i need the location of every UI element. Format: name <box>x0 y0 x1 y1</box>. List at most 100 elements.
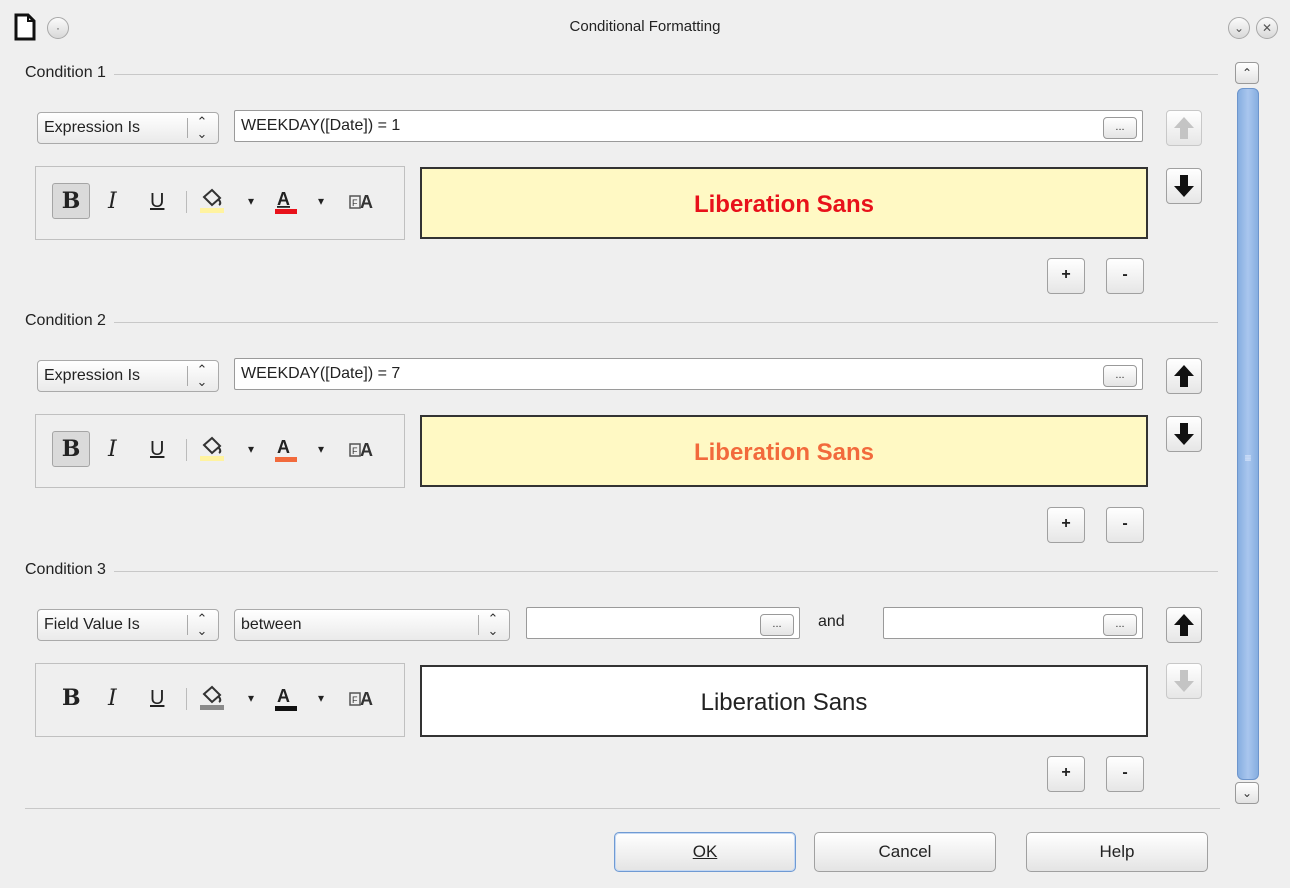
condition-1-preview-text: Liberation Sans <box>691 191 877 218</box>
svg-text:A: A <box>360 192 373 212</box>
background-color-button[interactable] <box>198 183 228 219</box>
condition-2-move-down-button[interactable] <box>1166 416 1202 452</box>
spin-icon: ⌃ ⌄ <box>487 611 499 638</box>
scroll-down-icon[interactable]: ⌄ <box>1235 782 1259 804</box>
condition-3-format-toolbar: B I U ▾ A ▾ FA <box>35 663 405 737</box>
underline-button[interactable]: U <box>150 680 164 716</box>
underline-button[interactable]: U <box>150 431 164 467</box>
condition-1-move-down-button[interactable] <box>1166 168 1202 204</box>
condition-3-operator-value: between <box>241 616 302 633</box>
cancel-button-label: Cancel <box>878 842 932 861</box>
condition-2-expression-value: WEEKDAY([Date]) = 7 <box>241 365 401 382</box>
svg-text:A: A <box>360 689 373 709</box>
condition-3-preview-text: Liberation Sans <box>698 689 870 716</box>
arrow-up-icon <box>1174 117 1194 139</box>
condition-2-add-button[interactable]: + <box>1047 507 1085 543</box>
italic-button[interactable]: I <box>108 431 117 467</box>
bold-button[interactable]: B <box>52 431 90 467</box>
condition-2-label: Condition 2 <box>25 312 114 330</box>
condition-2-type-value: Expression Is <box>44 367 141 384</box>
font-color-button[interactable]: A <box>272 431 300 467</box>
title-bar: · Conditional Formatting ⌄ ✕ <box>0 0 1290 58</box>
condition-1-type-select[interactable]: Expression Is ⌃ ⌄ <box>37 112 219 144</box>
font-color-dropdown-icon[interactable]: ▾ <box>318 183 324 219</box>
svg-text:A: A <box>277 437 290 457</box>
cancel-button[interactable]: Cancel <box>814 832 996 872</box>
bold-button[interactable]: B <box>62 680 81 716</box>
button-area-separator <box>25 808 1220 809</box>
condition-1-expression-input[interactable]: WEEKDAY([Date]) = 1 ... <box>234 110 1143 142</box>
condition-1-format-toolbar: B I U ▾ A ▾ FA <box>35 166 405 240</box>
ok-button[interactable]: OK <box>614 832 796 872</box>
scroll-up-icon[interactable]: ⌃ <box>1235 62 1259 84</box>
condition-2-format-toolbar: B I U ▾ A ▾ FA <box>35 414 405 488</box>
condition-2-type-select[interactable]: Expression Is ⌃ ⌄ <box>37 360 219 392</box>
minimize-icon[interactable]: ⌄ <box>1228 17 1250 39</box>
condition-3-label: Condition 3 <box>25 561 114 579</box>
condition-1-function-wizard-button[interactable]: ... <box>1103 117 1137 139</box>
condition-3-remove-button[interactable]: - <box>1106 756 1144 792</box>
condition-1-expression-value: WEEKDAY([Date]) = 1 <box>241 117 401 134</box>
condition-2-move-up-button[interactable] <box>1166 358 1202 394</box>
character-dialog-button[interactable]: FA <box>348 680 376 716</box>
condition-3-add-button[interactable]: + <box>1047 756 1085 792</box>
vertical-scrollbar[interactable]: ⌃ ≡ ⌄ <box>1232 60 1262 806</box>
arrow-up-icon <box>1174 614 1194 636</box>
close-icon[interactable]: ✕ <box>1256 17 1278 39</box>
help-button[interactable]: Help <box>1026 832 1208 872</box>
font-color-icon: A <box>275 437 297 462</box>
condition-3-value2-wizard-button[interactable]: ... <box>1103 614 1137 636</box>
svg-text:F: F <box>352 695 358 705</box>
background-color-dropdown-icon[interactable]: ▾ <box>248 183 254 219</box>
condition-3-move-up-button[interactable] <box>1166 607 1202 643</box>
svg-text:F: F <box>352 446 358 456</box>
condition-1-move-up-button[interactable] <box>1166 110 1202 146</box>
condition-3-type-select[interactable]: Field Value Is ⌃ ⌄ <box>37 609 219 641</box>
condition-1-separator <box>25 74 1218 75</box>
and-label: and <box>818 613 845 630</box>
spin-icon: ⌃ ⌄ <box>196 114 208 141</box>
background-color-dropdown-icon[interactable]: ▾ <box>248 431 254 467</box>
font-color-button[interactable]: A <box>272 680 300 716</box>
character-format-icon: FA <box>349 689 373 709</box>
background-color-button[interactable] <box>198 431 228 467</box>
font-color-icon: A <box>275 189 297 214</box>
svg-text:F: F <box>352 198 358 208</box>
condition-2-expression-input[interactable]: WEEKDAY([Date]) = 7 ... <box>234 358 1143 390</box>
fill-bucket-icon <box>200 188 224 213</box>
condition-1-remove-button[interactable]: - <box>1106 258 1144 294</box>
condition-3-value2-input[interactable]: ... <box>883 607 1143 639</box>
condition-3-value1-wizard-button[interactable]: ... <box>760 614 794 636</box>
character-dialog-button[interactable]: FA <box>348 183 376 219</box>
scrollbar-thumb[interactable]: ≡ <box>1237 88 1259 780</box>
spin-icon: ⌃ ⌄ <box>196 611 208 638</box>
svg-text:A: A <box>277 686 290 706</box>
arrow-down-icon <box>1174 423 1194 445</box>
condition-3-type-value: Field Value Is <box>44 616 140 633</box>
condition-3-operator-select[interactable]: between ⌃ ⌄ <box>234 609 510 641</box>
condition-3-value1-input[interactable]: ... <box>526 607 800 639</box>
condition-1-add-button[interactable]: + <box>1047 258 1085 294</box>
font-color-icon: A <box>275 686 297 711</box>
condition-3-move-down-button[interactable] <box>1166 663 1202 699</box>
font-color-dropdown-icon[interactable]: ▾ <box>318 680 324 716</box>
condition-2-function-wizard-button[interactable]: ... <box>1103 365 1137 387</box>
italic-button[interactable]: I <box>108 680 117 716</box>
condition-2-preview-text: Liberation Sans <box>691 439 877 466</box>
background-color-button[interactable] <box>198 680 228 716</box>
font-color-dropdown-icon[interactable]: ▾ <box>318 431 324 467</box>
underline-button[interactable]: U <box>150 183 164 219</box>
spin-icon: ⌃ ⌄ <box>196 362 208 389</box>
help-button-label: Help <box>1099 842 1135 861</box>
arrow-up-icon <box>1174 365 1194 387</box>
condition-2-separator <box>25 322 1218 323</box>
background-color-dropdown-icon[interactable]: ▾ <box>248 680 254 716</box>
condition-1-preview: Liberation Sans <box>420 167 1148 239</box>
character-format-icon: FA <box>349 440 373 460</box>
font-color-button[interactable]: A <box>272 183 300 219</box>
condition-1-label: Condition 1 <box>25 64 114 82</box>
condition-2-remove-button[interactable]: - <box>1106 507 1144 543</box>
character-dialog-button[interactable]: FA <box>348 431 376 467</box>
italic-button[interactable]: I <box>108 183 117 219</box>
bold-button[interactable]: B <box>52 183 90 219</box>
